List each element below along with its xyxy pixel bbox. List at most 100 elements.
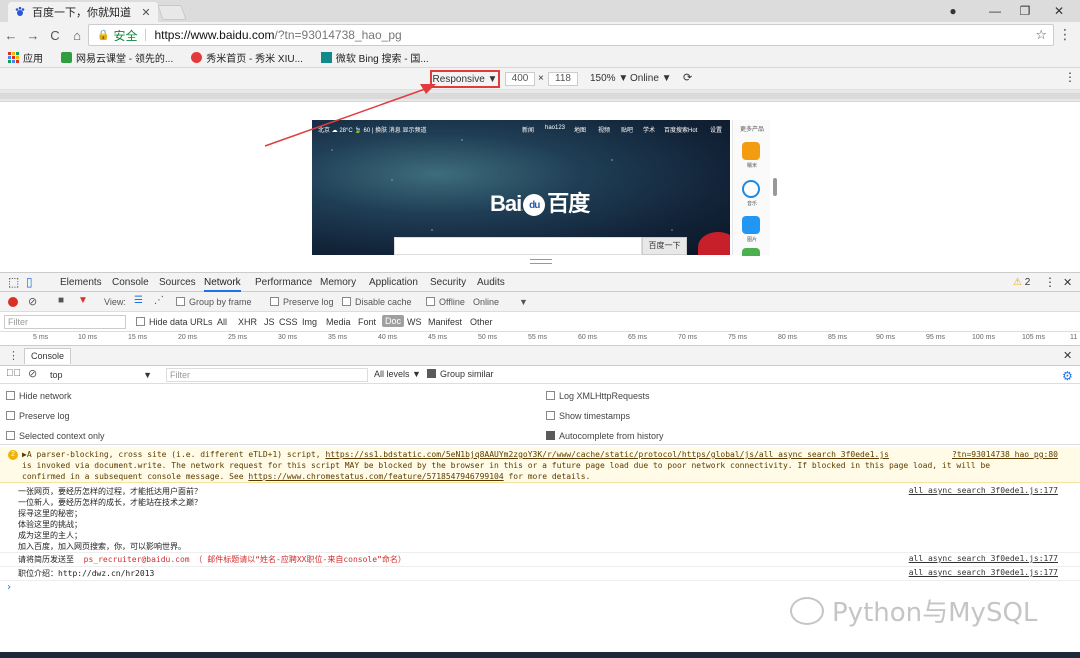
bookmark-bing[interactable]: 微软 Bing 搜索 - 国...	[320, 50, 429, 65]
baidu-nav-video[interactable]: 视频	[598, 125, 610, 134]
baidu-nav-news[interactable]: 新闻	[522, 125, 534, 134]
tab-memory[interactable]: Memory	[320, 277, 356, 288]
filter-type-manifest[interactable]: Manifest	[428, 317, 462, 327]
devtools-close-icon[interactable]: ✕	[1063, 276, 1072, 289]
device-toggle-icon[interactable]: ▯	[26, 275, 33, 289]
warning-script-link[interactable]: https://ss1.bdstatic.com/5eN1bjq8AAUYm2z…	[325, 450, 889, 459]
record-icon[interactable]	[8, 297, 18, 307]
tab-close-icon[interactable]: ✕	[140, 6, 152, 19]
forward-button[interactable]: →	[22, 28, 44, 43]
console-filter-input[interactable]: Filter	[166, 368, 368, 382]
group-similar-checkbox[interactable]: Group similar	[427, 369, 494, 379]
log-source-link[interactable]: all_async_search_3f0ede1.js:177	[909, 486, 1058, 495]
filter-type-xhr[interactable]: XHR	[238, 317, 257, 327]
baidu-search-input[interactable]	[394, 237, 642, 255]
clear-console-icon[interactable]: ⊘	[28, 367, 37, 380]
baidu-nav-map[interactable]: 地图	[574, 125, 586, 134]
bookmark-163-study[interactable]: 网易云课堂 - 领先的...	[61, 50, 173, 65]
selected-context-checkbox[interactable]: Selected context only	[6, 431, 105, 441]
warning-source-link[interactable]: ?tn=93014738_hao_pg:80	[952, 449, 1058, 460]
baidu-nav-hot[interactable]: 百度搜索Hot	[664, 125, 697, 134]
viewport-scrollbar[interactable]	[773, 178, 777, 196]
responsive-dropdown[interactable]: Responsive ▼	[430, 70, 500, 88]
context-select[interactable]: top ▼	[50, 368, 156, 382]
emulated-baidu-page[interactable]: 北京 ☁ 28°C 🍃 60 | 换肤 消息 显示频道 新闻 hao123 地图…	[312, 120, 730, 255]
more-products-icon[interactable]	[742, 248, 760, 256]
filter-type-js[interactable]: JS	[264, 317, 275, 327]
filter-type-other[interactable]: Other	[470, 317, 493, 327]
autocomplete-checkbox[interactable]: Autocomplete from history	[546, 431, 664, 441]
console-settings-gear-icon[interactable]: ⚙	[1062, 369, 1073, 383]
bookmark-apps[interactable]: 应用	[8, 50, 43, 65]
music-icon[interactable]	[742, 180, 760, 198]
media-query-ruler[interactable]	[0, 90, 1080, 102]
log-source-link[interactable]: all_async_search_3f0ede1.js:177	[909, 554, 1058, 563]
network-timeline-overview[interactable]: 5 ms 10 ms 15 ms 20 ms 25 ms 30 ms 35 ms…	[0, 332, 1080, 346]
filter-type-doc[interactable]: Doc	[382, 315, 405, 327]
log-levels-dropdown[interactable]: All levels ▼	[374, 369, 421, 379]
inspect-element-icon[interactable]: ⬚	[8, 275, 19, 289]
tab-network[interactable]: Network	[204, 277, 241, 292]
viewport-width-input[interactable]: 400	[505, 72, 535, 86]
filter-type-css[interactable]: CSS	[279, 317, 298, 327]
bookmark-star-icon[interactable]: ☆	[1035, 27, 1047, 43]
filter-type-ws[interactable]: WS	[407, 317, 422, 327]
preserve-log-checkbox[interactable]: Preserve log	[270, 297, 334, 307]
console-prompt[interactable]: ›	[6, 582, 12, 593]
filter-type-all[interactable]: All	[217, 317, 227, 327]
waterfall-view-icon[interactable]: ⋰	[154, 295, 164, 306]
tab-security[interactable]: Security	[430, 277, 466, 288]
chromestatus-link[interactable]: https://www.chromestatus.com/feature/571…	[248, 472, 503, 481]
filter-type-media[interactable]: Media	[326, 317, 351, 327]
reload-button[interactable]: C	[44, 28, 66, 43]
filter-type-img[interactable]: Img	[302, 317, 317, 327]
screenshot-icon[interactable]: ■	[58, 295, 64, 306]
group-by-frame-checkbox[interactable]: Group by frame	[176, 297, 252, 307]
baidu-nav-xueshu[interactable]: 学术	[643, 125, 655, 134]
tab-sources[interactable]: Sources	[159, 277, 196, 288]
new-tab-button[interactable]	[157, 5, 187, 20]
window-close-button[interactable]: ✕	[1044, 2, 1074, 20]
filter-type-font[interactable]: Font	[358, 317, 376, 327]
log-xhr-checkbox[interactable]: Log XMLHttpRequests	[546, 391, 650, 401]
home-button[interactable]: ⌂	[66, 28, 88, 43]
device-menu-icon[interactable]: ⋮	[1064, 70, 1076, 84]
user-icon[interactable]: ●	[938, 2, 968, 20]
maximize-button[interactable]: ❐	[1010, 2, 1040, 20]
rotate-icon[interactable]: ⟳	[683, 71, 692, 84]
url-text[interactable]: https://www.baidu.com/?tn=93014738_hao_p…	[154, 28, 401, 42]
tab-application[interactable]: Application	[369, 277, 418, 288]
zoom-dropdown[interactable]: 150% ▼	[590, 73, 628, 84]
viewport-resize-handle[interactable]	[530, 259, 552, 264]
browser-tab[interactable]: 百度一下，你就知道 ✕	[8, 2, 158, 22]
clear-icon[interactable]: ⊘	[28, 295, 37, 308]
baidu-nav-settings[interactable]: 设置	[710, 125, 722, 134]
tab-elements[interactable]: Elements	[60, 277, 102, 288]
preserve-log-checkbox[interactable]: Preserve log	[6, 411, 70, 421]
drawer-tab-console[interactable]: Console	[24, 348, 72, 364]
nuomi-icon[interactable]	[742, 142, 760, 160]
baidu-search-button[interactable]: 百度一下	[642, 237, 687, 255]
devtools-menu-icon[interactable]: ⋮	[1044, 275, 1056, 289]
sidebar-toggle-icon[interactable]: ▶⃞	[6, 368, 21, 379]
hide-data-urls-checkbox[interactable]: Hide data URLs	[136, 317, 213, 327]
tab-performance[interactable]: Performance	[255, 277, 312, 288]
online-throttle-select[interactable]: Online ▼	[473, 297, 528, 307]
image-icon[interactable]	[742, 216, 760, 234]
hide-network-checkbox[interactable]: Hide network	[6, 391, 72, 401]
disable-cache-checkbox[interactable]: Disable cache	[342, 297, 412, 307]
filter-funnel-icon[interactable]: ▼	[78, 295, 88, 306]
baidu-nav-tieba[interactable]: 贴吧	[621, 125, 633, 134]
throttle-dropdown[interactable]: Online ▼	[630, 73, 672, 84]
chrome-menu-icon[interactable]: ⋮	[1058, 26, 1072, 43]
offline-checkbox[interactable]: Offline	[426, 297, 465, 307]
minimize-button[interactable]: —	[980, 2, 1010, 20]
viewport-height-input[interactable]: 118	[548, 72, 578, 86]
back-button[interactable]: ←	[0, 28, 22, 43]
warning-count-badge[interactable]: ⚠ 2	[1013, 277, 1030, 288]
show-timestamps-checkbox[interactable]: Show timestamps	[546, 411, 630, 421]
list-view-icon[interactable]: ☰	[134, 295, 143, 306]
tab-console[interactable]: Console	[112, 277, 149, 288]
tab-audits[interactable]: Audits	[477, 277, 505, 288]
network-filter-input[interactable]: Filter	[4, 315, 126, 329]
